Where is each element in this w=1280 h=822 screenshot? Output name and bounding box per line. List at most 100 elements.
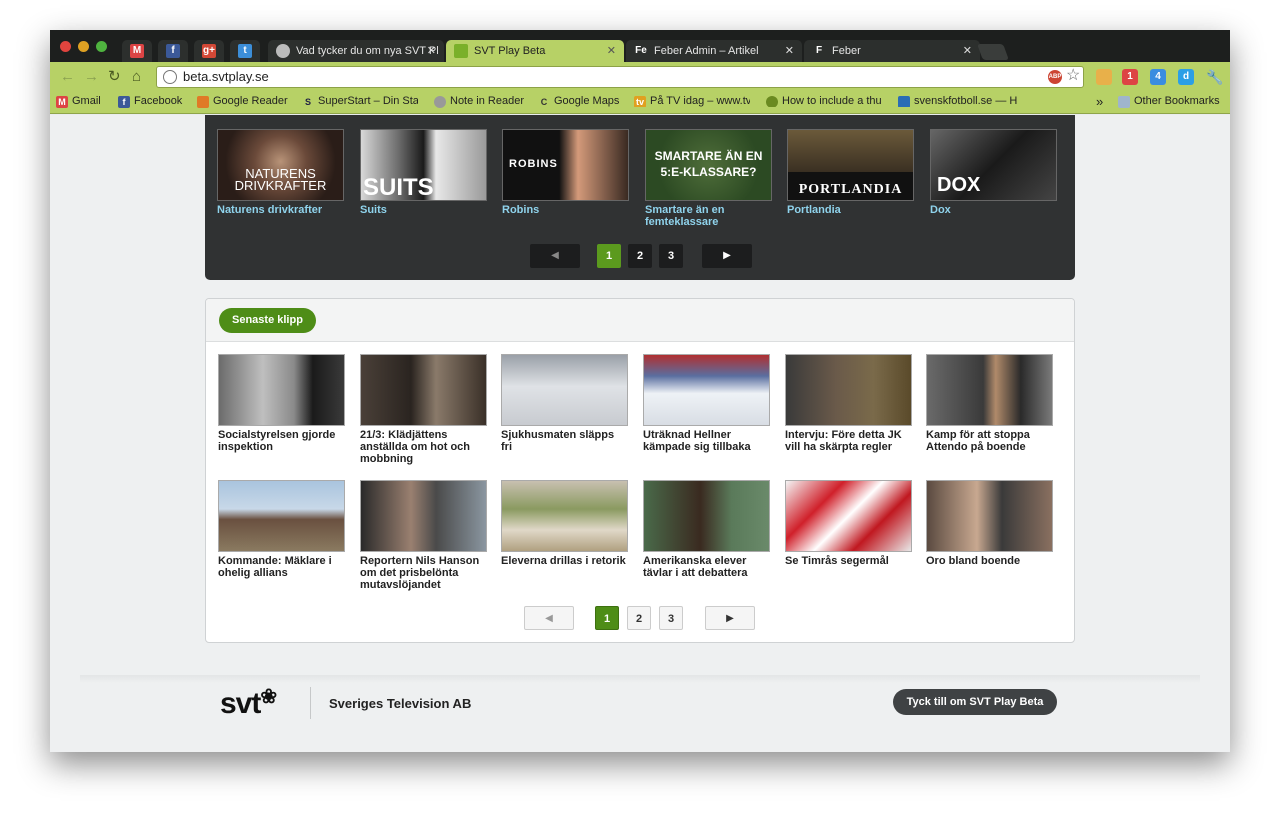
show-card[interactable]: DOX Dox	[930, 129, 1057, 216]
clip-card[interactable]: Intervju: Före detta JK vill ha skärpta …	[785, 354, 912, 453]
cookie-extension-icon[interactable]	[1096, 69, 1112, 85]
page-button-3[interactable]: 3	[659, 606, 683, 630]
clip-thumbnail[interactable]	[643, 480, 770, 552]
bookmark-gmail[interactable]: M Gmail	[56, 95, 101, 108]
next-page-icon[interactable]: ▶	[705, 606, 755, 630]
bookmark-superstart[interactable]: S SuperStart – Din Sta	[302, 95, 418, 107]
clip-card[interactable]: Sjukhusmaten släpps fri	[501, 354, 628, 453]
bookmark-google-reader[interactable]: Google Reader	[197, 95, 288, 108]
forward-arrow-icon[interactable]: →	[84, 68, 99, 86]
reload-icon[interactable]: ↻	[108, 68, 121, 86]
latest-clips-tab[interactable]: Senaste klipp	[219, 308, 316, 333]
show-card[interactable]: SMARTARE ÄN EN 5:E-KLASSARE? Smartare än…	[645, 129, 772, 228]
show-thumbnail[interactable]: ROBINS	[502, 129, 629, 201]
previous-page-icon[interactable]: ◀	[530, 244, 580, 268]
page-button-2[interactable]: 2	[627, 606, 651, 630]
clip-thumbnail[interactable]	[360, 354, 487, 426]
minimize-window-icon[interactable]	[78, 41, 89, 52]
clip-card[interactable]: Kamp för att stoppa Attendo på boende	[926, 354, 1053, 453]
svt-logo[interactable]: svt❀	[220, 686, 277, 721]
next-page-icon[interactable]: ▶	[702, 244, 752, 268]
show-card[interactable]: ROBINS Robins	[502, 129, 629, 216]
back-arrow-icon[interactable]: ←	[60, 68, 75, 86]
clip-title[interactable]: Kommande: Mäklare i ohelig allians	[218, 555, 345, 579]
show-thumbnail[interactable]: DOX	[930, 129, 1057, 201]
close-tab-icon[interactable]: ✕	[427, 40, 436, 62]
clip-thumbnail[interactable]	[785, 354, 912, 426]
show-thumbnail[interactable]: SUITS	[360, 129, 487, 201]
other-bookmarks[interactable]: Other Bookmarks	[1118, 95, 1220, 108]
zoom-window-icon[interactable]	[96, 41, 107, 52]
page-info-icon[interactable]	[163, 70, 177, 84]
tab-feber-admin[interactable]: Fe Feber Admin – Artikel ✕	[626, 40, 802, 62]
previous-page-icon[interactable]: ◀	[524, 606, 574, 630]
clip-card[interactable]: Reportern Nils Hanson om det prisbelönta…	[360, 480, 487, 591]
clip-thumbnail[interactable]	[218, 480, 345, 552]
show-title[interactable]: Smartare än en femteklassare	[645, 204, 772, 228]
pinned-tab-googleplus[interactable]: g+	[194, 40, 224, 62]
clip-card[interactable]: Kommande: Mäklare i ohelig allians	[218, 480, 345, 579]
pinned-tab-facebook[interactable]: f	[158, 40, 188, 62]
clip-title[interactable]: Socialstyrelsen gjorde inspektion	[218, 429, 345, 453]
delicious-extension-icon[interactable]: d	[1178, 69, 1194, 85]
clip-thumbnail[interactable]	[218, 354, 345, 426]
page-button-1[interactable]: 1	[597, 244, 621, 268]
show-title[interactable]: Robins	[502, 204, 629, 216]
clip-title[interactable]: Uträknad Hellner kämpade sig tillbaka	[643, 429, 770, 453]
clip-title[interactable]: Reportern Nils Hanson om det prisbelönta…	[360, 555, 487, 591]
clip-card[interactable]: Se Timrås segermål	[785, 480, 912, 567]
clip-card[interactable]: Amerikanska elever tävlar i att debatter…	[643, 480, 770, 579]
clip-card[interactable]: Eleverna drillas i retorik	[501, 480, 628, 567]
wrench-icon[interactable]: 🔧	[1206, 69, 1223, 85]
show-title[interactable]: Naturens drivkrafter	[217, 204, 344, 216]
new-tab-button[interactable]	[977, 44, 1009, 60]
clip-thumbnail[interactable]	[501, 480, 628, 552]
more-bookmarks-chevron-icon[interactable]: »	[1096, 94, 1103, 109]
page-button-3[interactable]: 3	[659, 244, 683, 268]
clip-thumbnail[interactable]	[785, 480, 912, 552]
show-title[interactable]: Suits	[360, 204, 487, 216]
bookmark-svenskfotboll[interactable]: svenskfotboll.se — H	[898, 95, 1020, 107]
clip-title[interactable]: Amerikanska elever tävlar i att debatter…	[643, 555, 770, 579]
show-card[interactable]: NATURENS DRIVKRAFTER Naturens drivkrafte…	[217, 129, 344, 216]
clip-card[interactable]: Socialstyrelsen gjorde inspektion	[218, 354, 345, 453]
pinned-tab-gmail[interactable]: M	[122, 40, 152, 62]
tab-svt-play-beta[interactable]: SVT Play Beta ✕	[446, 40, 624, 62]
close-tab-icon[interactable]: ✕	[963, 40, 972, 62]
close-tab-icon[interactable]: ✕	[607, 40, 616, 62]
page-button-2[interactable]: 2	[628, 244, 652, 268]
clip-title[interactable]: Se Timrås segermål	[785, 555, 912, 567]
clip-title[interactable]: 21/3: Klädjättens anställda om hot och m…	[360, 429, 487, 465]
show-title[interactable]: Dox	[930, 204, 1057, 216]
clip-title[interactable]: Kamp för att stoppa Attendo på boende	[926, 429, 1053, 453]
show-title[interactable]: Portlandia	[787, 204, 914, 216]
bookmark-note-in-reader[interactable]: Note in Reader	[434, 95, 524, 108]
clip-thumbnail[interactable]	[643, 354, 770, 426]
address-bar[interactable]: beta.svtplay.se	[156, 66, 1084, 88]
clip-title[interactable]: Oro bland boende	[926, 555, 1053, 567]
counter-extension-icon[interactable]: 4	[1150, 69, 1166, 85]
adblock-icon[interactable]: ABP	[1048, 70, 1062, 84]
show-thumbnail[interactable]: SMARTARE ÄN EN 5:E-KLASSARE?	[645, 129, 772, 201]
bookmark-pa-tv-idag[interactable]: tv På TV idag – www.tv	[634, 95, 750, 107]
gmail-checker-icon[interactable]: 1	[1122, 69, 1138, 85]
clip-title[interactable]: Eleverna drillas i retorik	[501, 555, 628, 567]
feedback-button[interactable]: Tyck till om SVT Play Beta	[893, 689, 1057, 715]
clip-title[interactable]: Sjukhusmaten släpps fri	[501, 429, 628, 453]
pinned-tab-twitter[interactable]: t	[230, 40, 260, 62]
bookmark-star-icon[interactable]: ☆	[1066, 65, 1080, 85]
bookmark-google-maps[interactable]: C Google Maps	[538, 95, 620, 107]
show-thumbnail[interactable]: NATURENS DRIVKRAFTER	[217, 129, 344, 201]
close-tab-icon[interactable]: ✕	[785, 40, 794, 62]
show-card[interactable]: SUITS Suits	[360, 129, 487, 216]
page-button-1[interactable]: 1	[595, 606, 619, 630]
tab-vad-tycker-du[interactable]: Vad tycker du om nya SVT Pl ✕	[268, 40, 444, 62]
show-card[interactable]: PORTLANDIA Portlandia	[787, 129, 914, 216]
clip-thumbnail[interactable]	[360, 480, 487, 552]
clip-thumbnail[interactable]	[926, 354, 1053, 426]
show-thumbnail[interactable]: PORTLANDIA	[787, 129, 914, 201]
bookmark-facebook[interactable]: f Facebook	[118, 95, 182, 108]
home-icon[interactable]: ⌂	[132, 68, 141, 86]
close-window-icon[interactable]	[60, 41, 71, 52]
clip-title[interactable]: Intervju: Före detta JK vill ha skärpta …	[785, 429, 912, 453]
